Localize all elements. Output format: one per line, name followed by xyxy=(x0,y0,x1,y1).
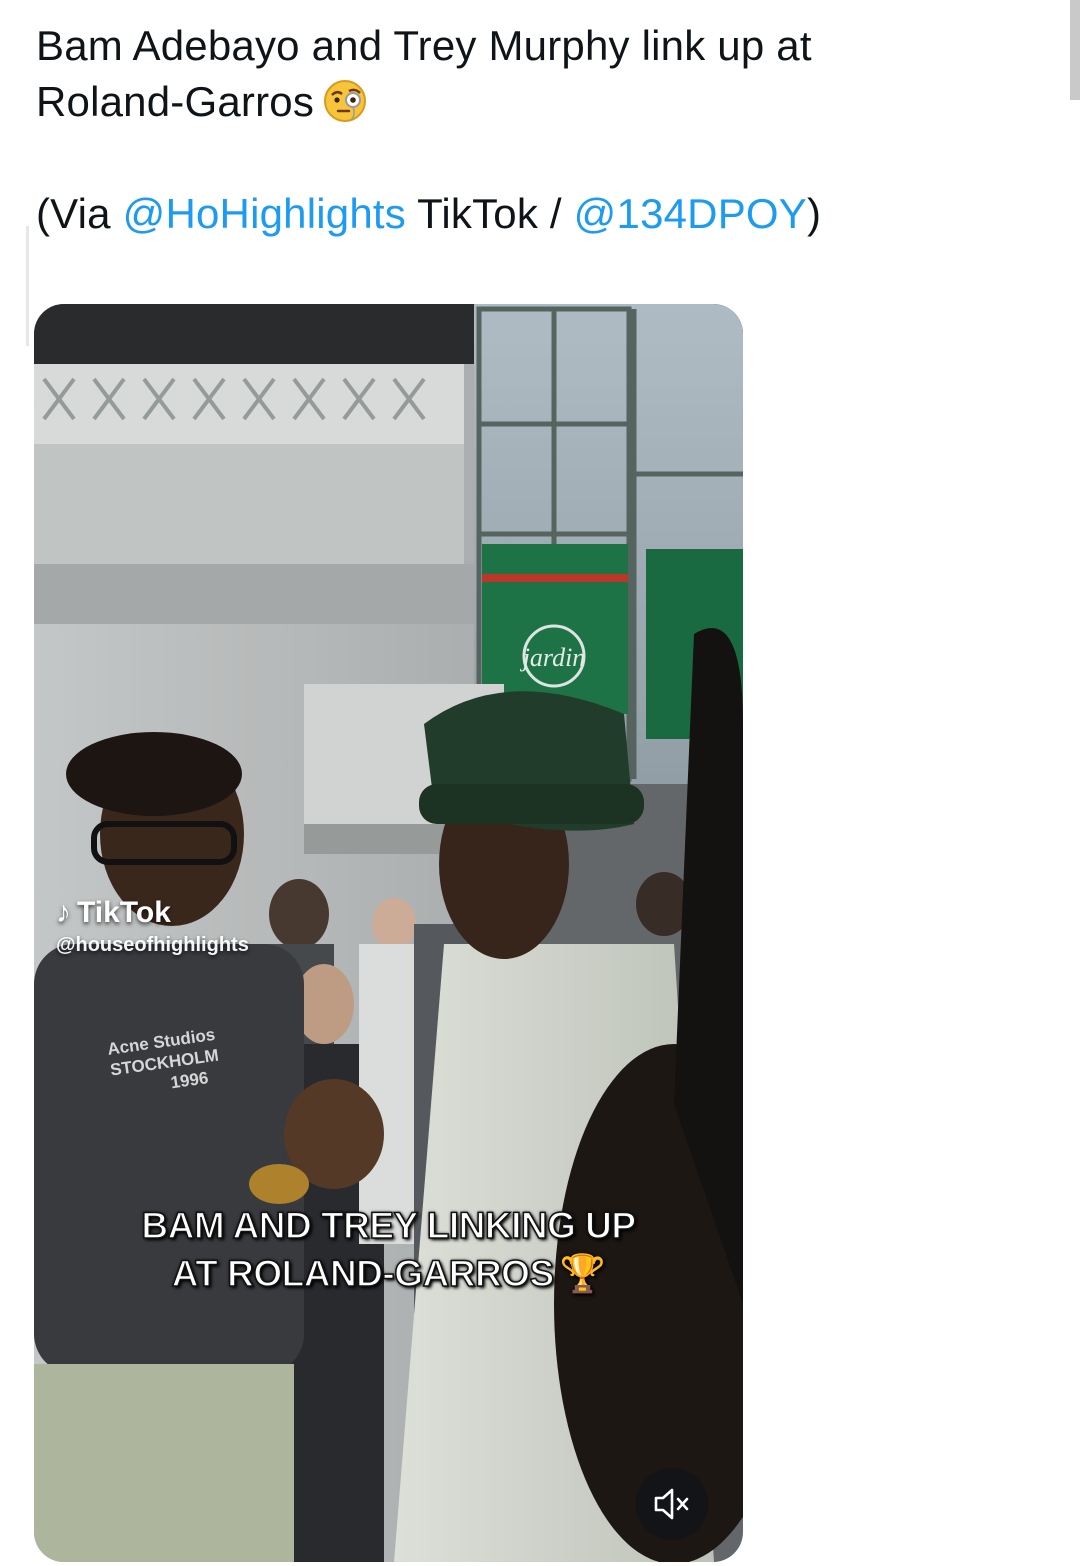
video-caption-line-1: BAM AND TREY LINKING UP xyxy=(141,1204,637,1247)
tiktok-watermark: ♪ TikTok @houseofhighlights xyxy=(56,896,249,957)
tiktok-note-icon: ♪ xyxy=(56,896,71,929)
mention-hohighlights-link[interactable]: @HoHighlights xyxy=(123,190,406,237)
via-suffix: ) xyxy=(807,190,822,237)
tweet-text-spacer xyxy=(36,130,996,186)
tweet-text: Bam Adebayo and Trey Murphy link up at R… xyxy=(36,18,996,242)
mute-toggle-button[interactable] xyxy=(636,1468,708,1540)
tweet-text-line-2-text: Roland-Garros xyxy=(36,78,315,125)
video-caption-line-2: AT ROLAND-GARROS xyxy=(171,1252,555,1295)
trophy-icon: 🏆 xyxy=(559,1253,606,1294)
speaker-muted-icon xyxy=(654,1488,689,1520)
video-player[interactable]: jardin ♪ TikTok @houseofhighlights Acne … xyxy=(34,304,743,1562)
tiktok-handle: @houseofhighlights xyxy=(56,934,249,956)
thread-line xyxy=(26,226,29,346)
tiktok-brand: ♪ TikTok xyxy=(56,896,249,930)
video-caption: BAM AND TREY LINKING UP AT ROLAND-GARROS… xyxy=(34,1202,743,1298)
tweet-text-line-1: Bam Adebayo and Trey Murphy link up at xyxy=(36,22,812,69)
face-with-monocle-emoji xyxy=(324,80,367,122)
page-scrollbar[interactable] xyxy=(1070,0,1080,100)
tiktok-brand-label: TikTok xyxy=(77,896,171,929)
video-caption-line-2-wrap: AT ROLAND-GARROS 🏆 xyxy=(34,1250,743,1298)
tweet-text-line-2: Roland-Garros xyxy=(36,74,996,130)
tweet-via-line: (Via @HoHighlights TikTok / @134DPOY) xyxy=(36,186,996,242)
via-middle: TikTok / xyxy=(405,190,574,237)
mention-134dpoy-link[interactable]: @134DPOY xyxy=(574,190,807,237)
via-prefix: (Via xyxy=(36,190,123,237)
